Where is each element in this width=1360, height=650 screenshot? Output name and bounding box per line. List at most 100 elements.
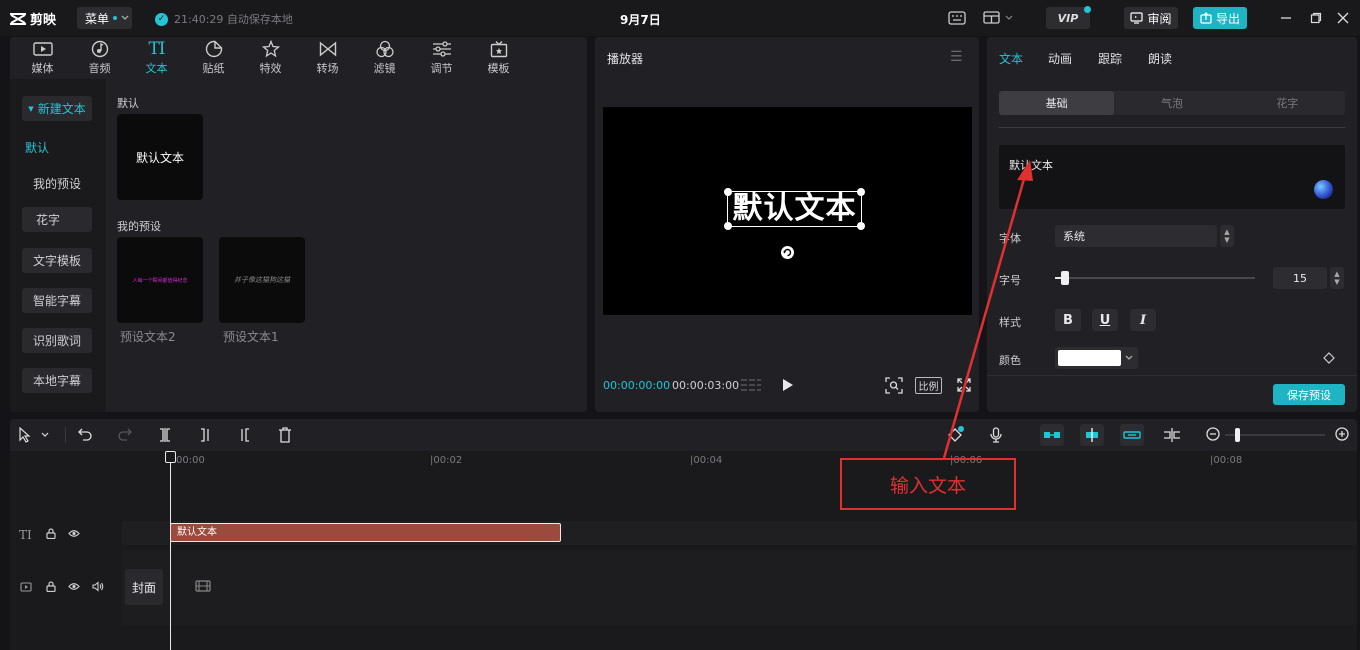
auto-snap-button[interactable] [1040,424,1064,446]
lock-icon[interactable] [46,528,56,539]
play-icon[interactable] [782,378,794,392]
trim-left-icon[interactable] [198,427,212,446]
preset-thumbnail[interactable]: 人每一个瞬间都值得纪念 [117,237,203,323]
text-clip[interactable]: 默认文本 [170,523,561,542]
bold-button[interactable]: B [1055,309,1081,331]
playhead-handle[interactable] [165,451,176,463]
time-ruler[interactable]: 00:00 |00:02 |00:04 |00:06 |00:08 [122,451,1357,469]
keyframe-diamond-icon[interactable] [1323,352,1335,364]
zoom-in-icon[interactable] [1335,427,1349,444]
playhead-line[interactable] [170,451,171,650]
italic-button[interactable]: I [1130,309,1156,331]
split-icon[interactable] [158,427,172,446]
player-panel: 播放器 ☰ 默认文本 00:00:00:00 00:00:03:00 比例 [595,37,979,412]
tab-label: 媒体 [31,62,54,75]
subnav-default[interactable]: 默认 [22,135,92,160]
text-selection-box[interactable] [724,188,865,230]
underline-button[interactable]: U [1092,309,1118,331]
eye-icon[interactable] [68,582,80,591]
autosave-text: 21:40:29 自动保存本地 [174,13,293,26]
inspector-tab-read-aloud[interactable]: 朗读 [1148,50,1172,67]
preset-sample-text: 井子像这猫狗这猫 [234,276,290,284]
volume-icon[interactable] [92,581,104,592]
rotate-icon[interactable] [780,245,795,260]
fullscreen-icon[interactable] [957,378,971,392]
keyboard-icon[interactable] [948,11,966,25]
split-screen-icon[interactable] [1163,427,1181,446]
inspector-tab-animation[interactable]: 动画 [1048,50,1072,67]
app-logo: 剪映 [10,9,56,28]
microphone-icon[interactable] [989,427,1003,446]
zoom-fit-icon[interactable] [885,377,903,394]
zoom-slider-track[interactable] [1225,434,1325,436]
default-thumb-text: 默认文本 [135,150,184,165]
ai-orb-icon[interactable] [1314,180,1333,199]
tab-label: 音频 [88,62,111,75]
preview-axis-button[interactable] [1120,424,1144,446]
tab-template[interactable]: 模板 [470,37,527,79]
text-content-input[interactable]: 默认文本 [999,145,1345,209]
subnav-fancy-text[interactable]: 花字 [22,207,92,232]
cover-button[interactable]: 封面 [125,569,163,605]
inspector-tab-tracking[interactable]: 跟踪 [1098,50,1122,67]
segment-fancy[interactable]: 花字 [1230,91,1345,115]
keyframe-icon[interactable] [947,426,965,447]
close-icon[interactable] [1337,12,1349,24]
export-button[interactable]: 导出 [1193,7,1247,29]
undo-icon[interactable] [78,427,92,444]
subnav-lyrics[interactable]: 识别歌词 [22,328,92,353]
preset-sample-text: 人每一个瞬间都值得纪念 [132,277,188,284]
save-preset-button[interactable]: 保存预设 [1273,384,1345,405]
subnav-local-captions[interactable]: 本地字幕 [22,368,92,393]
subnav-text-template[interactable]: 文字模板 [22,248,92,273]
subnav-my-presets[interactable]: 我的预设 [22,171,92,196]
linkage-button[interactable] [1080,424,1104,446]
subnav-auto-captions[interactable]: 智能字幕 [22,288,92,313]
resize-handle[interactable] [724,222,732,230]
eye-icon[interactable] [68,529,80,538]
tab-media[interactable]: 媒体 [14,37,71,79]
size-slider-track[interactable] [1055,277,1255,279]
main-video-track[interactable] [122,550,1357,625]
minimize-icon[interactable] [1280,12,1292,24]
tab-audio[interactable]: 音频 [71,37,128,79]
color-picker[interactable] [1055,347,1138,369]
segment-basic[interactable]: 基础 [999,91,1115,115]
font-stepper[interactable]: ▲ ▼ [1220,225,1234,247]
timeline-toolbar [10,419,1357,451]
tab-effects[interactable]: 特效 [242,37,299,79]
tab-sticker[interactable]: 贴纸 [185,37,242,79]
menu-icon[interactable]: ☰ [950,49,963,65]
subnav-new-text[interactable]: ▼ 新建文本 [22,96,92,121]
review-button[interactable]: 审阅 [1124,7,1178,29]
font-select[interactable]: 系统 [1055,225,1217,247]
chevron-down-icon: ▼ [1224,236,1230,244]
trim-right-icon[interactable] [238,427,252,446]
size-stepper[interactable]: ▲ ▼ [1330,267,1344,289]
ratio-button[interactable]: 比例 [915,377,942,394]
zoom-out-icon[interactable] [1206,427,1220,444]
default-text-thumbnail[interactable]: 默认文本 [117,114,203,200]
preset-thumbnail[interactable]: 井子像这猫狗这猫 [219,237,305,323]
preview-canvas[interactable]: 默认文本 [603,107,972,315]
redo-icon[interactable] [118,427,132,444]
tab-filter[interactable]: 滤镜 [356,37,413,79]
select-cursor-icon[interactable] [18,426,50,446]
zoom-slider-knob[interactable] [1235,428,1240,442]
resize-handle[interactable] [724,188,732,196]
tab-adjust[interactable]: 调节 [413,37,470,79]
menu-button[interactable]: 菜单 [77,7,132,29]
size-slider-knob[interactable] [1061,271,1069,285]
tab-transition[interactable]: 转场 [299,37,356,79]
timecode-grid-icon[interactable] [740,378,762,392]
lock-icon[interactable] [46,581,56,592]
layout-icon[interactable] [983,11,1013,25]
resize-handle[interactable] [857,188,865,196]
tab-text[interactable]: TI 文本 [128,37,185,79]
size-input[interactable]: 15 [1273,267,1327,289]
maximize-icon[interactable] [1310,12,1322,24]
segment-bubble[interactable]: 气泡 [1114,91,1229,115]
delete-icon[interactable] [278,427,292,446]
resize-handle[interactable] [857,222,865,230]
inspector-tab-text[interactable]: 文本 [999,50,1023,67]
